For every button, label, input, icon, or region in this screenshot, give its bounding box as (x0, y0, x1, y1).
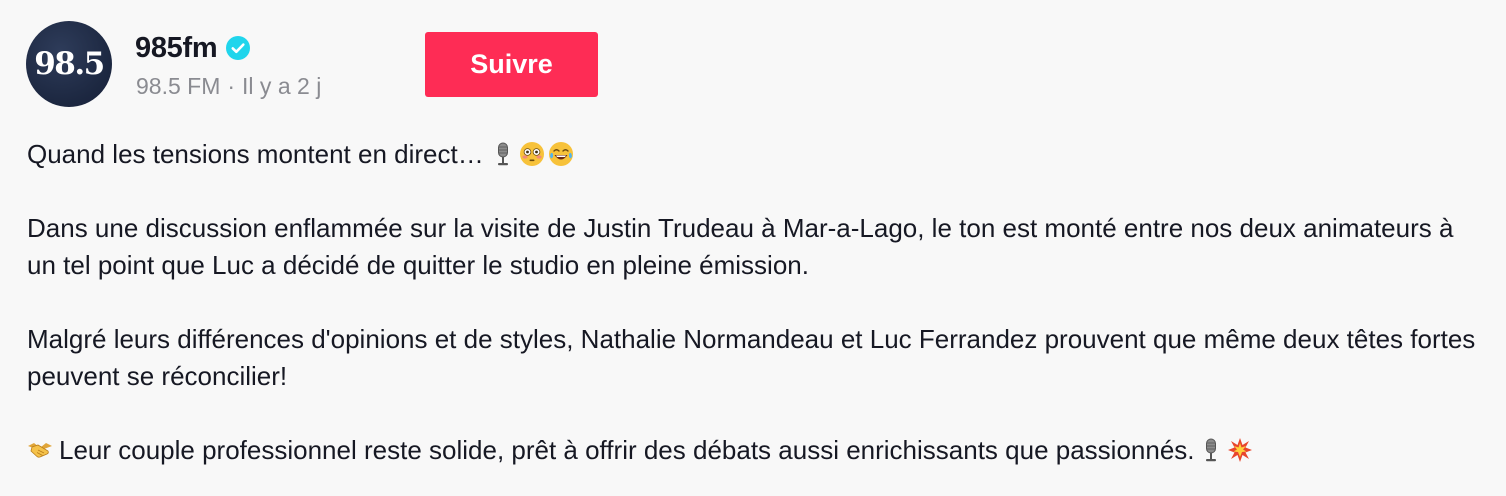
post-card: 98.5 985fm 98.5 FM · Il y a 2 j Suivre Q… (0, 0, 1506, 496)
post-meta: 98.5 FM · Il y a 2 j (136, 73, 321, 100)
avatar-logo-text: 98.5 (34, 46, 105, 82)
follow-button[interactable]: Suivre (425, 32, 598, 97)
description-line-4: Leur couple professionnel reste solide, … (27, 432, 1487, 469)
handshake-emoji-icon (28, 443, 52, 458)
flushed-face-emoji-icon (519, 142, 544, 166)
description-paragraph-2: Dans une discussion enflammée sur la vis… (27, 213, 1454, 280)
tears-of-joy-emoji-icon (548, 142, 573, 166)
description-line-1: Quand les tensions montent en direct… (27, 136, 1487, 173)
display-name: 98.5 FM (136, 73, 221, 99)
description-paragraph-3: Malgré leurs différences d'opinions et d… (27, 324, 1476, 391)
username[interactable]: 985fm (135, 32, 218, 65)
microphone-emoji-icon (1205, 438, 1216, 462)
avatar[interactable]: 98.5 (26, 21, 112, 107)
microphone-emoji-icon (497, 142, 508, 166)
verified-check-icon (226, 36, 251, 60)
posted-time: Il y a 2 j (242, 73, 322, 99)
description-text-4: Leur couple professionnel reste solide, … (59, 435, 1195, 465)
username-row: 985fm (135, 28, 251, 68)
post-description: Quand les tensions montent en direct… Da… (27, 136, 1487, 469)
collision-emoji-icon (1227, 438, 1252, 462)
description-text-1: Quand les tensions montent en direct… (27, 139, 484, 169)
meta-separator: · (227, 73, 236, 99)
